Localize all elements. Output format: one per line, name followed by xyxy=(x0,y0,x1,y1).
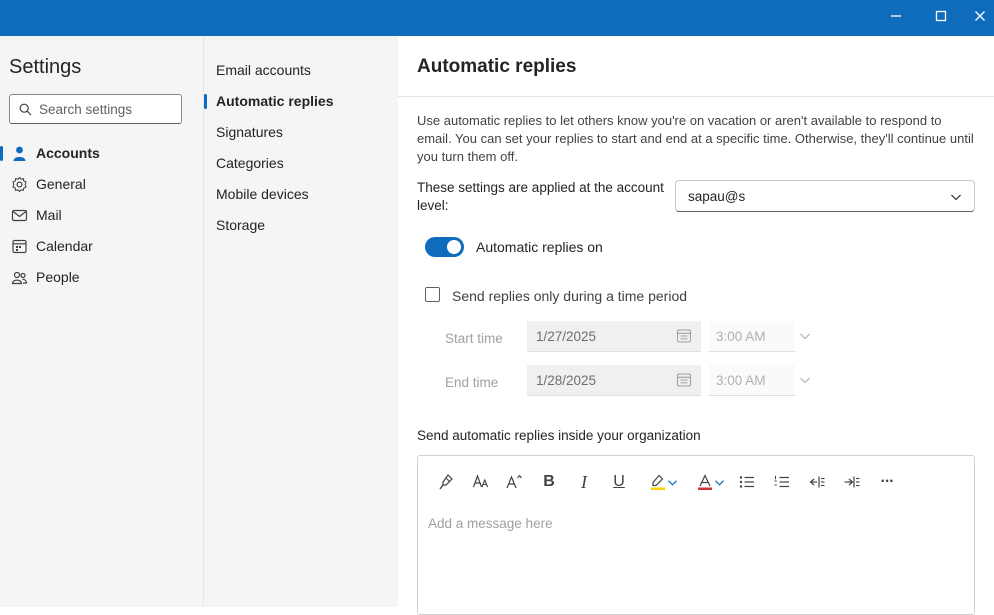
end-date-field[interactable]: 1/28/2025 xyxy=(527,365,701,396)
calendar-icon xyxy=(676,329,692,343)
format-painter-icon xyxy=(439,474,453,490)
font-color-button[interactable] xyxy=(690,471,730,493)
subnav-item-signatures[interactable]: Signatures xyxy=(216,120,283,144)
sidebar-item-label: General xyxy=(36,176,86,192)
calendar-icon xyxy=(676,373,692,387)
start-date-field[interactable]: 1/27/2025 xyxy=(527,321,701,352)
close-icon xyxy=(975,11,985,21)
close-button[interactable] xyxy=(960,0,994,32)
more-options-button[interactable]: ··· xyxy=(876,471,898,493)
bold-button[interactable]: B xyxy=(538,471,560,493)
highlight-button[interactable] xyxy=(643,471,683,493)
search-box[interactable] xyxy=(9,94,182,124)
subnav-item-storage[interactable]: Storage xyxy=(216,213,265,237)
start-date-value: 1/27/2025 xyxy=(536,328,597,344)
time-period-label: Send replies only during a time period xyxy=(452,288,688,304)
start-time-field[interactable]: 3:00 AM xyxy=(709,321,795,352)
minimize-button[interactable] xyxy=(876,0,916,32)
active-indicator xyxy=(0,146,3,161)
end-time-value: 3:00 AM xyxy=(716,372,766,388)
bold-icon: B xyxy=(543,473,555,490)
font-color-icon xyxy=(697,474,712,490)
maximize-icon xyxy=(935,10,947,22)
settings-sidebar: Settings Accounts General Mail Calendar … xyxy=(0,36,203,607)
people-icon xyxy=(11,271,28,285)
active-indicator xyxy=(204,94,207,109)
inside-organization-label: Send automatic replies inside your organ… xyxy=(417,428,701,443)
sidebar-item-people[interactable]: People xyxy=(0,263,203,291)
header-divider xyxy=(398,96,994,97)
underline-button[interactable]: U xyxy=(608,471,630,493)
grow-font-button[interactable] xyxy=(503,471,525,493)
sidebar-item-label: Mail xyxy=(36,207,62,223)
font-size-icon xyxy=(472,474,489,488)
italic-button[interactable]: I xyxy=(573,471,595,493)
accounts-subnav: Email accounts Automatic replies Signatu… xyxy=(203,36,400,607)
bullets-button[interactable] xyxy=(736,471,758,493)
highlight-icon xyxy=(650,474,665,490)
account-value: sapau@s xyxy=(688,188,746,204)
sidebar-item-calendar[interactable]: Calendar xyxy=(0,232,203,260)
minimize-icon xyxy=(891,15,901,17)
start-time-label: Start time xyxy=(445,331,503,346)
formatting-toolbar: B I U ··· xyxy=(418,456,974,506)
sidebar-item-label: People xyxy=(36,269,80,285)
grow-font-icon xyxy=(506,474,522,489)
numbering-button[interactable] xyxy=(771,471,793,493)
automatic-replies-toggle[interactable] xyxy=(425,237,464,257)
subnav-item-categories[interactable]: Categories xyxy=(216,151,284,175)
search-input[interactable] xyxy=(39,101,169,117)
subnav-item-label: Automatic replies xyxy=(216,93,334,109)
start-time-value: 3:00 AM xyxy=(716,328,766,344)
underline-icon: U xyxy=(613,473,625,490)
subnav-item-automatic-replies[interactable]: Automatic replies xyxy=(204,89,334,113)
chevron-down-icon xyxy=(951,194,961,201)
numbering-icon xyxy=(774,475,789,488)
format-painter-button[interactable] xyxy=(435,471,457,493)
maximize-button[interactable] xyxy=(921,0,961,32)
time-period-checkbox[interactable] xyxy=(425,287,440,302)
subnav-item-email-accounts[interactable]: Email accounts xyxy=(216,58,311,82)
sidebar-item-mail[interactable]: Mail xyxy=(0,201,203,229)
more-options-icon: ··· xyxy=(880,473,895,490)
chevron-down-icon[interactable] xyxy=(799,374,811,386)
toggle-knob xyxy=(447,240,461,254)
title-bar xyxy=(0,0,994,36)
settings-title: Settings xyxy=(9,56,82,78)
account-label: These settings are applied at the accoun… xyxy=(417,180,664,213)
subnav-item-mobile-devices[interactable]: Mobile devices xyxy=(216,182,309,206)
sidebar-item-label: Accounts xyxy=(36,145,100,161)
description-text: Use automatic replies to let others know… xyxy=(417,113,974,164)
chevron-down-icon xyxy=(714,479,724,486)
increase-indent-icon xyxy=(844,476,860,488)
account-dropdown[interactable]: sapau@s xyxy=(675,180,975,212)
message-editor[interactable]: B I U ··· Add a message here xyxy=(417,455,975,615)
sidebar-item-label: Calendar xyxy=(36,238,93,254)
toggle-label: Automatic replies on xyxy=(476,239,603,255)
sidebar-item-accounts[interactable]: Accounts xyxy=(0,139,203,167)
increase-indent-button[interactable] xyxy=(841,471,863,493)
chevron-down-icon[interactable] xyxy=(799,330,811,342)
gear-icon xyxy=(12,176,27,193)
automatic-replies-panel: Automatic replies Use automatic replies … xyxy=(398,36,994,615)
end-date-value: 1/28/2025 xyxy=(536,372,597,388)
end-time-label: End time xyxy=(445,375,499,390)
end-time-field[interactable]: 3:00 AM xyxy=(709,365,795,396)
sidebar-item-general[interactable]: General xyxy=(0,170,203,198)
bullets-icon xyxy=(739,476,754,488)
person-icon xyxy=(13,146,26,161)
font-size-button[interactable] xyxy=(470,471,492,493)
decrease-indent-icon xyxy=(809,476,825,488)
decrease-indent-button[interactable] xyxy=(806,471,828,493)
message-placeholder: Add a message here xyxy=(428,516,553,531)
search-icon xyxy=(19,103,32,115)
italic-icon: I xyxy=(581,471,587,492)
chevron-down-icon xyxy=(667,479,677,486)
mail-icon xyxy=(11,209,28,222)
page-title: Automatic replies xyxy=(417,56,577,77)
calendar-icon xyxy=(12,239,27,254)
